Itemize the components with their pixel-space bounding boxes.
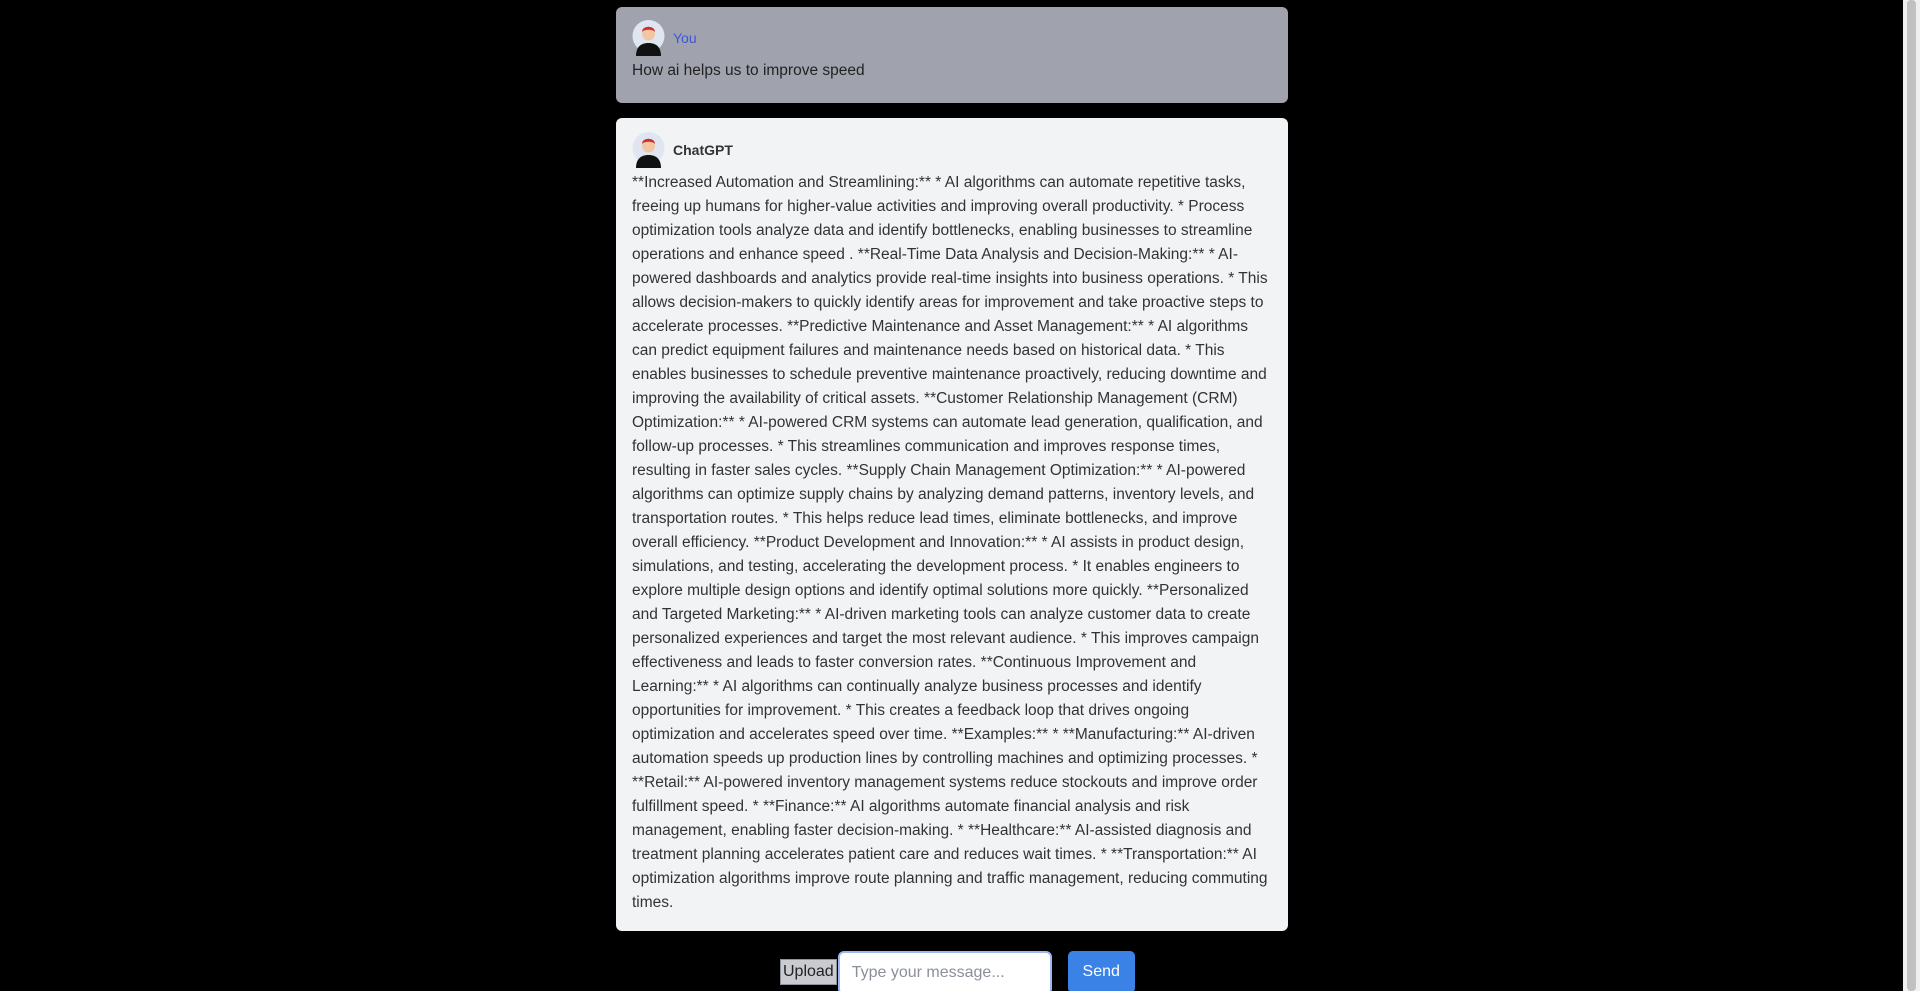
message-header: You — [632, 20, 1272, 56]
page-scrollbar[interactable] — [1903, 0, 1920, 991]
message-author: ChatGPT — [673, 142, 733, 158]
user-message: You How ai helps us to improve speed — [616, 7, 1288, 103]
scrollbar-thumb[interactable] — [1907, 0, 1916, 991]
upload-button[interactable]: Upload — [780, 959, 837, 985]
message-composer: Upload Send — [780, 951, 1135, 991]
assistant-message: ChatGPT **Increased Automation and Strea… — [616, 118, 1288, 931]
avatar-icon — [632, 20, 665, 56]
message-header: ChatGPT — [632, 132, 1272, 168]
chat-page: You How ai helps us to improve speed Cha… — [0, 0, 1920, 991]
message-author: You — [673, 30, 697, 46]
send-button[interactable]: Send — [1067, 951, 1135, 991]
message-input[interactable] — [837, 951, 1052, 991]
message-text: **Increased Automation and Streamlining:… — [632, 174, 1268, 911]
message-text: How ai helps us to improve speed — [632, 62, 865, 79]
avatar-icon — [632, 132, 665, 168]
message-list: You How ai helps us to improve speed Cha… — [616, 7, 1288, 931]
